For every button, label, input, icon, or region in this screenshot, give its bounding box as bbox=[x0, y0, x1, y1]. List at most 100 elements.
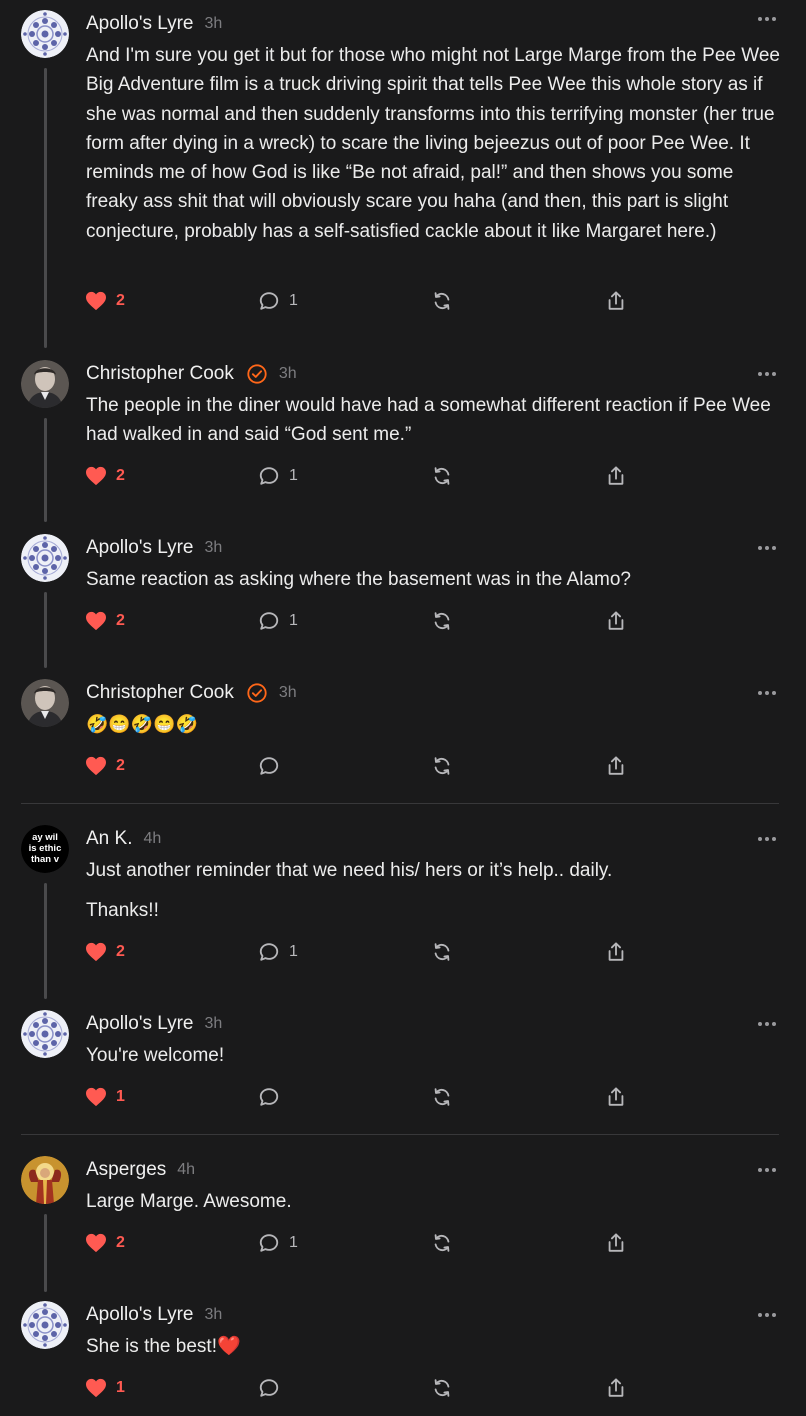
reply-count: 1 bbox=[289, 292, 298, 309]
timestamp[interactable]: 4h bbox=[177, 1161, 195, 1179]
avatar-text: is ethic bbox=[29, 843, 62, 854]
reply-button[interactable]: 1 bbox=[258, 286, 298, 316]
like-count: 2 bbox=[116, 292, 125, 309]
like-button[interactable]: 2 bbox=[85, 286, 125, 316]
mandala-avatar[interactable] bbox=[21, 1010, 69, 1058]
share-icon bbox=[608, 291, 624, 310]
comment-icon bbox=[259, 943, 279, 961]
comment: Apollo's Lyre 3h Same reaction as asking… bbox=[0, 534, 806, 674]
timestamp[interactable]: 3h bbox=[204, 1015, 222, 1033]
more-options-icon[interactable] bbox=[758, 1021, 776, 1027]
restack-icon bbox=[434, 612, 450, 630]
mandala-avatar[interactable] bbox=[21, 10, 69, 58]
reply-button[interactable] bbox=[258, 1373, 280, 1403]
icon-avatar[interactable] bbox=[21, 1156, 69, 1204]
reply-button[interactable] bbox=[258, 751, 280, 781]
comment-header: Asperges 4h bbox=[86, 1156, 195, 1184]
like-button[interactable]: 2 bbox=[85, 1228, 125, 1258]
author-name[interactable]: Apollo's Lyre bbox=[86, 537, 193, 559]
share-button[interactable] bbox=[605, 286, 627, 316]
comment: Apollo's Lyre 3h And I'm sure you get it… bbox=[0, 0, 806, 348]
heart-icon bbox=[86, 611, 106, 631]
like-button[interactable]: 2 bbox=[85, 461, 125, 491]
action-bar: 2 1 bbox=[0, 1228, 806, 1258]
heart-icon bbox=[86, 942, 106, 962]
reply-count: 1 bbox=[289, 467, 298, 484]
like-button[interactable]: 2 bbox=[85, 937, 125, 967]
timestamp[interactable]: 3h bbox=[204, 15, 222, 33]
share-icon bbox=[608, 1233, 624, 1252]
restack-button[interactable] bbox=[431, 1373, 453, 1403]
thread-separator bbox=[21, 1134, 779, 1135]
reply-button[interactable] bbox=[258, 1082, 280, 1112]
reply-count: 1 bbox=[289, 943, 298, 960]
reply-button[interactable]: 1 bbox=[258, 937, 298, 967]
author-name[interactable]: Christopher Cook bbox=[86, 363, 234, 385]
restack-button[interactable] bbox=[431, 461, 453, 491]
photo-avatar[interactable] bbox=[21, 360, 69, 408]
heart-icon bbox=[86, 1233, 106, 1253]
author-name[interactable]: An K. bbox=[86, 828, 132, 850]
action-bar: 2 bbox=[0, 751, 806, 781]
like-button[interactable]: 2 bbox=[85, 606, 125, 636]
more-options-icon[interactable] bbox=[758, 371, 776, 377]
reply-button[interactable]: 1 bbox=[258, 1228, 298, 1258]
author-name[interactable]: Apollo's Lyre bbox=[86, 1013, 193, 1035]
share-button[interactable] bbox=[605, 937, 627, 967]
mandala-avatar[interactable] bbox=[21, 1301, 69, 1349]
restack-button[interactable] bbox=[431, 751, 453, 781]
timestamp[interactable]: 3h bbox=[279, 684, 297, 702]
share-button[interactable] bbox=[605, 751, 627, 781]
comment-text: 🤣😁🤣😁🤣 bbox=[86, 714, 199, 734]
author-name[interactable]: Christopher Cook bbox=[86, 682, 234, 704]
comment-header: An K. 4h bbox=[86, 825, 161, 853]
share-button[interactable] bbox=[605, 606, 627, 636]
share-icon bbox=[608, 466, 624, 485]
like-count: 1 bbox=[116, 1088, 125, 1105]
restack-button[interactable] bbox=[431, 286, 453, 316]
reply-button[interactable]: 1 bbox=[258, 461, 298, 491]
heart-icon bbox=[86, 1378, 106, 1398]
like-button[interactable]: 2 bbox=[85, 751, 125, 781]
more-options-icon[interactable] bbox=[758, 836, 776, 842]
like-count: 2 bbox=[116, 612, 125, 629]
more-options-icon[interactable] bbox=[758, 1167, 776, 1173]
timestamp[interactable]: 3h bbox=[204, 1306, 222, 1324]
restack-button[interactable] bbox=[431, 937, 453, 967]
author-name[interactable]: Apollo's Lyre bbox=[86, 13, 193, 35]
comment-icon bbox=[259, 612, 279, 630]
more-options-icon[interactable] bbox=[758, 545, 776, 551]
reply-button[interactable]: 1 bbox=[258, 606, 298, 636]
text-avatar[interactable]: ay wil is ethic than v bbox=[21, 825, 69, 873]
comment: Apollo's Lyre 3h You're welcome! 1 bbox=[0, 1010, 806, 1130]
heart-icon bbox=[86, 466, 106, 486]
share-button[interactable] bbox=[605, 1082, 627, 1112]
like-count: 2 bbox=[116, 757, 125, 774]
more-options-icon[interactable] bbox=[758, 16, 776, 22]
timestamp[interactable]: 3h bbox=[279, 365, 297, 383]
author-name[interactable]: Apollo's Lyre bbox=[86, 1304, 193, 1326]
share-button[interactable] bbox=[605, 1373, 627, 1403]
restack-icon bbox=[434, 1088, 450, 1106]
comment-header: Apollo's Lyre 3h bbox=[86, 1301, 222, 1329]
like-button[interactable]: 1 bbox=[85, 1373, 125, 1403]
comment-text: The people in the diner would have had a… bbox=[86, 395, 771, 446]
photo-avatar[interactable] bbox=[21, 679, 69, 727]
more-options-icon[interactable] bbox=[758, 1312, 776, 1318]
restack-button[interactable] bbox=[431, 606, 453, 636]
action-bar: 2 1 bbox=[0, 606, 806, 636]
more-options-icon[interactable] bbox=[758, 690, 776, 696]
timestamp[interactable]: 3h bbox=[204, 539, 222, 557]
share-button[interactable] bbox=[605, 1228, 627, 1258]
like-button[interactable]: 1 bbox=[85, 1082, 125, 1112]
comment-icon bbox=[259, 1088, 279, 1106]
author-name[interactable]: Asperges bbox=[86, 1159, 166, 1181]
comment: Asperges 4h Large Marge. Awesome. 2 1 bbox=[0, 1156, 806, 1296]
restack-button[interactable] bbox=[431, 1082, 453, 1112]
timestamp[interactable]: 4h bbox=[143, 830, 161, 848]
share-button[interactable] bbox=[605, 461, 627, 491]
restack-button[interactable] bbox=[431, 1228, 453, 1258]
comment-thread: Apollo's Lyre 3h And I'm sure you get it… bbox=[0, 0, 806, 1416]
comment-icon bbox=[259, 1234, 279, 1252]
mandala-avatar[interactable] bbox=[21, 534, 69, 582]
